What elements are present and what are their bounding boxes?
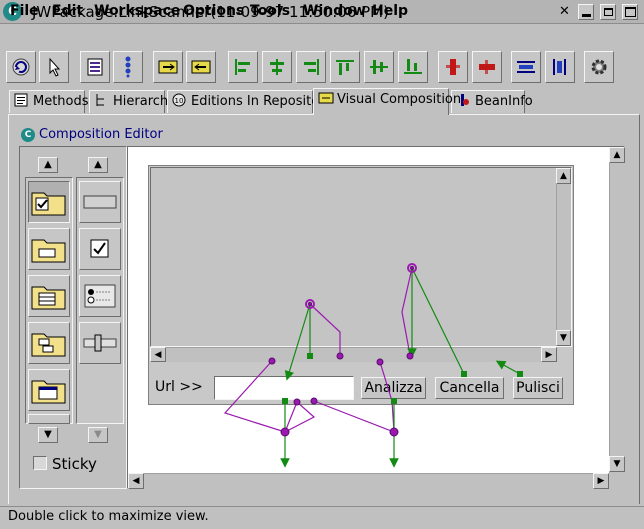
- textarea-scroll-up[interactable]: ▲: [556, 168, 571, 184]
- textarea-horizontal-scrollbar[interactable]: [150, 347, 557, 362]
- menu-tools[interactable]: Tools: [250, 2, 290, 20]
- scrollbar-corner: [609, 473, 625, 489]
- composition-editor-icon: C: [21, 128, 35, 142]
- palette-category-scroll-up[interactable]: ▲: [38, 157, 58, 173]
- align-bottom-icon[interactable]: [398, 51, 428, 83]
- palette-part-button[interactable]: [79, 275, 121, 317]
- palette-category-button-partial[interactable]: [28, 414, 70, 424]
- align-middle-icon[interactable]: [364, 51, 394, 83]
- palette-category-button[interactable]: [28, 322, 70, 364]
- canvas-scroll-down[interactable]: ▼: [609, 456, 625, 472]
- tab-beaninfo[interactable]: BeanInfo: [451, 90, 533, 113]
- text-area-component[interactable]: [150, 167, 572, 347]
- distribute-vertical-icon[interactable]: [545, 51, 575, 83]
- cancella-button[interactable]: Cancella: [435, 377, 504, 399]
- select-pointer-icon[interactable]: [39, 51, 69, 83]
- folder-tree-icon: [31, 333, 66, 357]
- hierarchy-icon: [94, 93, 110, 107]
- folder-checkbox-icon: [31, 192, 66, 216]
- textarea-scroll-down[interactable]: ▼: [556, 330, 571, 346]
- palette-category-button[interactable]: [28, 228, 70, 270]
- align-left-icon[interactable]: [228, 51, 258, 83]
- menu-workspace[interactable]: Workspace: [94, 2, 180, 20]
- tab-methods[interactable]: Methods: [9, 90, 89, 113]
- textarea-vertical-scrollbar[interactable]: [556, 168, 571, 346]
- menu-edit[interactable]: Edit: [52, 2, 83, 20]
- textarea-scroll-right[interactable]: ▶: [541, 347, 557, 362]
- settings-gear-icon[interactable]: [584, 51, 614, 83]
- bean-alt-icon[interactable]: [186, 51, 216, 83]
- canvas-vertical-scrollbar[interactable]: [609, 147, 625, 473]
- composition-editor-title: Composition Editor: [39, 127, 163, 142]
- close-icon[interactable]: ✕: [556, 4, 573, 20]
- analizza-button[interactable]: Analizza: [361, 377, 426, 399]
- match-height-icon[interactable]: [472, 51, 502, 83]
- palette-part-button[interactable]: [79, 228, 121, 270]
- methods-icon: [14, 93, 30, 107]
- palette-category-button[interactable]: [28, 275, 70, 317]
- menu-help[interactable]: Help: [372, 2, 408, 20]
- folder-window-icon: [31, 380, 66, 404]
- canvas-scroll-right[interactable]: ▶: [593, 473, 609, 489]
- palette-category-scroll-down[interactable]: ▼: [38, 427, 58, 443]
- tab-visual-composition[interactable]: Visual Composition: [313, 88, 461, 115]
- sticky-checkbox[interactable]: [33, 456, 47, 470]
- palette-category-button[interactable]: [28, 369, 70, 411]
- align-right-icon[interactable]: [296, 51, 326, 83]
- restore-button[interactable]: [600, 4, 616, 20]
- vertical-list-icon[interactable]: [113, 51, 143, 83]
- visual-composition-icon: [318, 91, 334, 105]
- tab-editions[interactable]: 10 Editions In Repository: [167, 90, 332, 113]
- canvas-scroll-up[interactable]: ▲: [609, 147, 625, 163]
- tab-visual-composition-label: Visual Composition: [337, 92, 462, 107]
- pulisci-button[interactable]: Pulisci: [513, 377, 563, 399]
- url-label: Url >>: [155, 379, 203, 395]
- refresh-icon[interactable]: [6, 51, 36, 83]
- sticky-label: Sticky: [52, 455, 97, 473]
- palette-category-button-selected[interactable]: [28, 181, 70, 223]
- minimize-icon: [581, 14, 591, 17]
- list-icon[interactable]: [80, 51, 110, 83]
- menu-bar: [0, 24, 644, 46]
- tab-hierarchy[interactable]: Hierarchy: [89, 90, 176, 113]
- button-part-icon: [83, 195, 117, 209]
- align-center-icon[interactable]: [262, 51, 292, 83]
- canvas-horizontal-scrollbar[interactable]: [128, 473, 609, 489]
- tab-editions-label: Editions In Repository: [191, 94, 333, 109]
- palette-part-button[interactable]: [79, 181, 121, 223]
- maximize-icon: [624, 7, 636, 17]
- match-width-icon[interactable]: [438, 51, 468, 83]
- menu-file[interactable]: File: [10, 2, 39, 20]
- palette-parts-scroll-down[interactable]: ▼: [88, 427, 108, 443]
- svg-text:10: 10: [175, 97, 184, 105]
- palette-part-button[interactable]: [79, 322, 121, 364]
- palette-parts-scroll-up[interactable]: ▲: [88, 157, 108, 173]
- radio-group-part-icon: [84, 284, 116, 308]
- distribute-horizontal-icon[interactable]: [511, 51, 541, 83]
- textarea-scroll-left[interactable]: ◀: [150, 347, 166, 362]
- align-top-icon[interactable]: [330, 51, 360, 83]
- minimize-button[interactable]: [578, 4, 594, 20]
- folder-list-icon: [31, 286, 66, 310]
- menu-options[interactable]: Options: [183, 2, 244, 20]
- folder-textfield-icon: [31, 239, 66, 263]
- bean-icon[interactable]: [153, 51, 183, 83]
- url-input[interactable]: [214, 376, 354, 400]
- slider-part-icon: [83, 334, 117, 352]
- editions-icon: 10: [172, 93, 188, 107]
- tab-methods-label: Methods: [33, 94, 89, 109]
- status-text: Double click to maximize view.: [8, 509, 209, 524]
- menu-window[interactable]: Window: [303, 2, 366, 20]
- checkbox-part-icon: [90, 239, 109, 258]
- canvas-scroll-left[interactable]: ◀: [128, 473, 144, 489]
- maximize-button[interactable]: [622, 4, 638, 20]
- restore-icon: [603, 8, 613, 16]
- tab-beaninfo-label: BeanInfo: [475, 94, 533, 109]
